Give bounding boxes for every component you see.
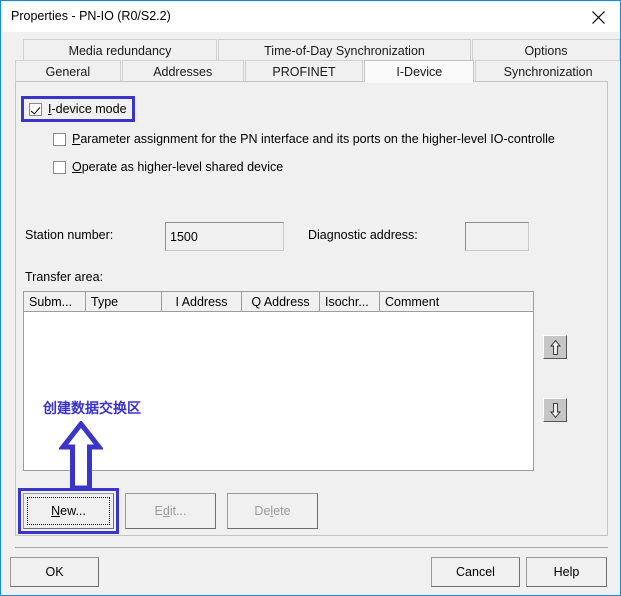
tab-options[interactable]: Options <box>472 39 620 61</box>
edit-button-label: Edit... <box>155 504 187 518</box>
shared-device-label: Operate as higher-level shared device <box>72 160 283 174</box>
tab-media-redundancy[interactable]: Media redundancy <box>23 39 217 61</box>
tab-row-upper: Media redundancy Time-of-Day Synchroniza… <box>23 39 621 61</box>
column-header-type[interactable]: Type <box>86 292 162 311</box>
tab-i-device[interactable]: I-Device <box>364 60 474 82</box>
help-button-label: Help <box>554 565 580 579</box>
ok-button[interactable]: OK <box>10 557 99 587</box>
tab-label: I-Device <box>396 65 442 79</box>
tab-label: General <box>46 65 90 79</box>
column-header-isochronous[interactable]: Isochr... <box>320 292 380 311</box>
tab-profinet[interactable]: PROFINET <box>245 60 364 82</box>
tab-synchronization[interactable]: Synchronization <box>475 60 621 82</box>
station-number-input[interactable] <box>165 222 284 251</box>
diagnostic-address-label: Diagnostic address: <box>308 228 418 242</box>
delete-button[interactable]: Delete <box>227 493 318 529</box>
tab-label: Options <box>524 44 567 58</box>
tab-label: Media redundancy <box>69 44 172 58</box>
tab-label: Addresses <box>153 65 212 79</box>
label-rest: ete <box>273 504 290 518</box>
accesskey-letter: O <box>72 160 82 174</box>
parameter-assignment-label: Parameter assignment for the PN interfac… <box>72 132 555 146</box>
cancel-button-label: Cancel <box>456 565 495 579</box>
new-button[interactable]: New... <box>23 493 114 529</box>
annotation-text: 创建数据交换区 <box>43 398 141 418</box>
edit-button[interactable]: Edit... <box>125 493 216 529</box>
properties-dialog: Properties - PN-IO (R0/S2.2) Media redun… <box>0 0 621 596</box>
help-button[interactable]: Help <box>526 557 607 587</box>
window-title: Properties - PN-IO (R0/S2.2) <box>11 9 171 23</box>
idevice-mode-label: I-device mode <box>48 102 127 116</box>
tab-row-lower: General Addresses PROFINET I-Device Sync… <box>15 60 621 82</box>
title-bar: Properties - PN-IO (R0/S2.2) <box>2 2 621 32</box>
arrow-down-icon[interactable] <box>543 398 567 422</box>
accesskey-letter: d <box>163 504 170 518</box>
column-header-submodule[interactable]: Subm... <box>24 292 86 311</box>
transfer-area-label: Transfer area: <box>25 270 103 284</box>
checkbox-row-idevice-mode[interactable]: I-device mode <box>29 102 127 116</box>
tab-general[interactable]: General <box>15 60 121 82</box>
station-number-label: Station number: <box>25 228 113 242</box>
parameter-assignment-checkbox[interactable] <box>53 133 66 146</box>
diagnostic-address-input[interactable] <box>465 222 529 251</box>
column-header-comment[interactable]: Comment <box>380 292 533 311</box>
focus-ring <box>27 497 110 525</box>
checkbox-row-shared-device[interactable]: Operate as higher-level shared device <box>53 160 283 174</box>
tab-addresses[interactable]: Addresses <box>122 60 244 82</box>
tab-label: Synchronization <box>504 65 593 79</box>
label-rest: -device mode <box>51 102 126 116</box>
table-header-row: Subm... Type I Address Q Address Isochr.… <box>24 292 533 312</box>
shared-device-checkbox[interactable] <box>53 161 66 174</box>
column-header-q-address[interactable]: Q Address <box>242 292 320 311</box>
checkbox-row-parameter-assignment[interactable]: Parameter assignment for the PN interfac… <box>53 132 555 146</box>
label-rest: arameter assignment for the PN interface… <box>80 132 555 146</box>
tab-time-of-day-synchronization[interactable]: Time-of-Day Synchronization <box>218 39 471 61</box>
arrow-up-icon[interactable] <box>543 335 567 359</box>
annotation-arrow-up-icon <box>59 421 103 494</box>
delete-button-label: Delete <box>254 504 290 518</box>
ok-button-label: OK <box>45 565 63 579</box>
close-icon[interactable] <box>576 2 621 32</box>
label-rest: it... <box>170 504 187 518</box>
footer-separator <box>15 547 608 548</box>
label-prefix: E <box>155 504 163 518</box>
idevice-mode-checkbox[interactable] <box>29 103 42 116</box>
column-header-i-address[interactable]: I Address <box>162 292 242 311</box>
label-prefix: De <box>254 504 270 518</box>
cancel-button[interactable]: Cancel <box>431 557 520 587</box>
label-rest: perate as higher-level shared device <box>82 160 284 174</box>
tab-label: PROFINET <box>272 65 335 79</box>
tab-label: Time-of-Day Synchronization <box>264 44 425 58</box>
